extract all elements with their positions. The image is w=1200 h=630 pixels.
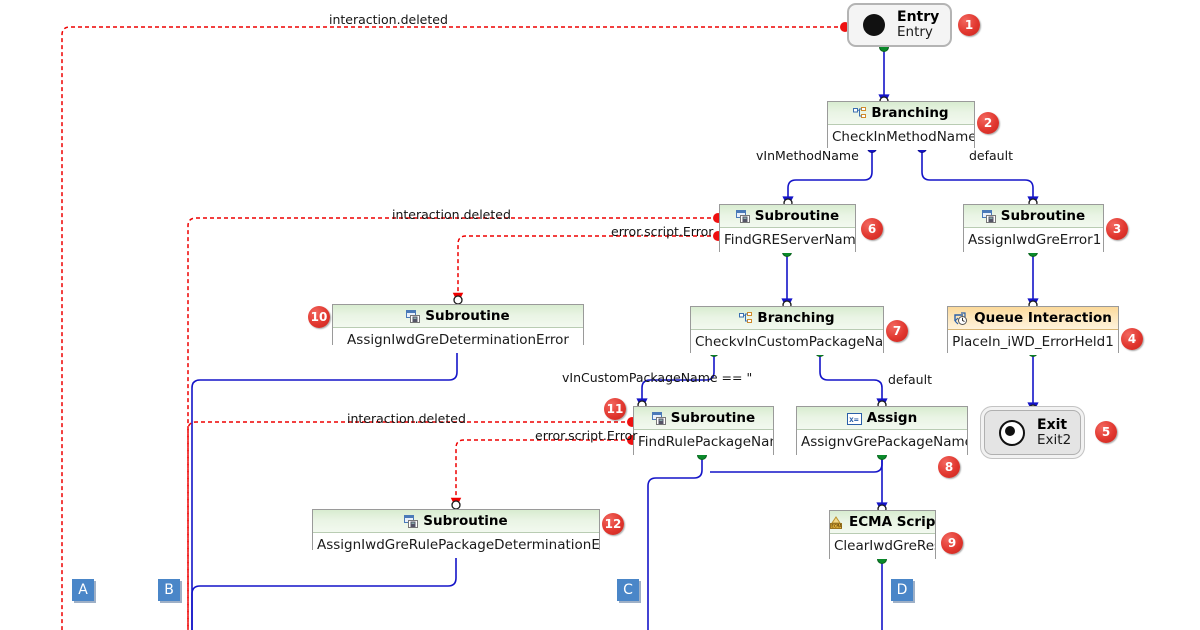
node-9-title: ECMA ECMA Script: [830, 511, 935, 534]
badge-6: 6: [861, 218, 883, 240]
node-3-name: AssignIwdGreError1: [964, 228, 1103, 253]
node-8-type: Assign: [866, 410, 918, 426]
node-9-type: ECMA Script: [849, 514, 935, 530]
badge-10: 10: [308, 306, 330, 328]
node-5-type: Exit: [1037, 416, 1068, 433]
marker-d[interactable]: D: [891, 579, 913, 601]
node-9-name: ClearIwdGreResult: [830, 534, 935, 559]
node-7-title: Branching: [691, 307, 883, 330]
node-7-name: CheckvInCustomPackageNa...: [691, 330, 883, 355]
node-queue-interaction-placein-iwd-errorheld1[interactable]: Queue Interaction PlaceIn_iWD_ErrorHeld1: [947, 306, 1119, 355]
badge-2: 2: [977, 112, 999, 134]
node-branching-checkvincustompackagename[interactable]: Branching CheckvInCustomPackageNa...: [690, 306, 884, 355]
node-4-name: PlaceIn_iWD_ErrorHeld1: [948, 330, 1118, 355]
edge-label-mid-error-script: error.script.Error: [611, 224, 714, 239]
node-10-type: Subroutine: [425, 308, 510, 324]
wire-12-down-to-B: [191, 550, 457, 630]
node-2-type: Branching: [871, 105, 949, 121]
marker-b[interactable]: B: [158, 579, 180, 601]
branching-icon: [853, 105, 867, 124]
node-10-title: Subroutine: [333, 305, 583, 328]
wire-6-error-script: [452, 235, 718, 304]
workflow-diagram-canvas[interactable]: Entry Entry 1 Branching CheckInMethodNam…: [0, 0, 1200, 630]
edge-label-low-interaction-deleted: interaction.deleted: [347, 411, 466, 426]
node-4-type: Queue Interaction: [974, 310, 1112, 326]
badge-5: 5: [1095, 421, 1117, 443]
edge-label-top-interaction-deleted: interaction.deleted: [329, 12, 448, 27]
node-4-title: Queue Interaction: [948, 307, 1118, 330]
badge-11: 11: [604, 398, 626, 420]
ecma-script-icon: ECMA: [830, 514, 844, 533]
node-subroutine-findrulepackagename[interactable]: Subroutine FindRulePackageName: [633, 406, 774, 455]
node-2-title: Branching: [828, 102, 974, 125]
wire-11-down-to-C: [647, 455, 703, 630]
node-3-title: Subroutine: [964, 205, 1103, 228]
badge-1: 1: [958, 14, 980, 36]
node-12-type: Subroutine: [423, 513, 508, 529]
node-8-title: x= Assign: [797, 407, 967, 430]
badge-8: 8: [938, 456, 960, 478]
node-7-type: Branching: [757, 310, 835, 326]
node-entry[interactable]: Entry Entry: [847, 3, 952, 47]
entry-dot-icon: [863, 14, 885, 36]
edge-label-vincustompackagename: vInCustomPackageName == ": [562, 370, 753, 385]
branching-icon: [739, 310, 753, 329]
subroutine-icon: [406, 308, 421, 327]
edge-label-default-1: default: [969, 148, 1013, 163]
node-subroutine-assigniwdgreerror1[interactable]: Subroutine AssignIwdGreError1: [963, 204, 1104, 253]
edge-label-low-error-script: error.script.Error: [535, 428, 638, 443]
subroutine-icon: [981, 208, 996, 227]
svg-text:x=: x=: [849, 415, 859, 424]
node-subroutine-assigniwdgredeterminationerror[interactable]: Subroutine AssignIwdGreDeterminationErro…: [332, 304, 584, 353]
edge-label-vinmethodname: vInMethodName: [756, 148, 859, 163]
node-10-name: AssignIwdGreDeterminationError: [333, 328, 583, 353]
node-subroutine-assigniwdgrerulepackagedeterminationerror[interactable]: Subroutine AssignIwdGreRulePackageDeterm…: [312, 509, 600, 558]
wire-10-down-to-B: [191, 345, 458, 630]
wire-branch2-default: [819, 352, 888, 410]
node-11-title: Subroutine: [634, 407, 773, 430]
badge-7: 7: [886, 320, 908, 342]
node-11-type: Subroutine: [670, 410, 756, 426]
exit-dot-icon: [999, 419, 1025, 446]
node-12-title: Subroutine: [313, 510, 599, 533]
node-12-name: AssignIwdGreRulePackageDeterminationErro…: [313, 533, 599, 558]
badge-12: 12: [602, 513, 624, 535]
badge-3: 3: [1106, 218, 1128, 240]
subroutine-icon: [651, 410, 666, 429]
node-5-name: Exit2: [1037, 431, 1072, 448]
badge-4: 4: [1121, 328, 1143, 350]
node-8-name: AssignvGrePackageName: [797, 430, 967, 455]
node-subroutine-findgreservername[interactable]: Subroutine FindGREServerName: [719, 204, 856, 253]
assign-icon: x=: [846, 410, 862, 429]
subroutine-icon: [735, 208, 750, 227]
wire-8-left-merge: [710, 455, 883, 473]
marker-c[interactable]: C: [617, 579, 639, 601]
subroutine-icon: [404, 513, 419, 532]
node-6-name: FindGREServerName: [720, 228, 855, 253]
badge-9: 9: [941, 532, 963, 554]
svg-text:ECMA: ECMA: [831, 524, 842, 529]
node-branching-checkinmethodname[interactable]: Branching CheckInMethodName: [827, 101, 975, 150]
marker-a[interactable]: A: [72, 579, 94, 601]
node-3-type: Subroutine: [1000, 208, 1086, 224]
node-entry-name: Entry: [897, 24, 933, 41]
node-11-name: FindRulePackageName: [634, 430, 773, 455]
edge-label-default-2: default: [888, 372, 932, 387]
edge-label-mid-interaction-deleted: interaction.deleted: [392, 207, 511, 222]
node-ecma-script-cleariwdgreresult[interactable]: ECMA ECMA Script ClearIwdGreResult: [829, 510, 936, 559]
wire-11-error-script: [450, 439, 632, 509]
node-6-title: Subroutine: [720, 205, 855, 228]
node-entry-type: Entry: [897, 9, 940, 26]
node-exit-exit2[interactable]: Exit Exit2: [984, 410, 1081, 455]
node-assign-assignvgrepackagename[interactable]: x= Assign AssignvGrePackageName: [796, 406, 968, 455]
node-6-type: Subroutine: [754, 208, 840, 224]
queue-interaction-icon: [954, 310, 969, 329]
node-2-name: CheckInMethodName: [828, 125, 974, 150]
